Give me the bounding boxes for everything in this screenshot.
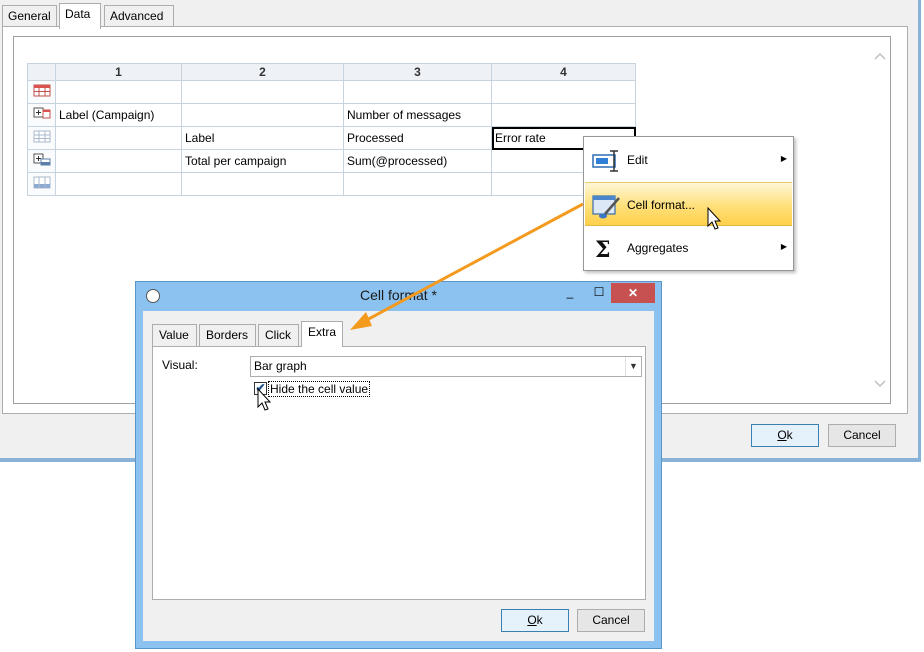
submenu-arrow-icon: ▶ <box>780 154 787 163</box>
grid-cell[interactable] <box>491 103 636 127</box>
total-row-icon[interactable] <box>27 149 56 173</box>
grid-cell[interactable] <box>55 149 182 173</box>
sigma-icon: Σ <box>595 237 611 263</box>
column-header[interactable]: 2 <box>181 63 344 81</box>
grid-cell[interactable] <box>55 80 182 104</box>
dialog-body: Value Borders Click Extra Visual: Bar gr… <box>143 311 654 641</box>
visual-select[interactable]: Bar graph ▼ <box>250 356 642 377</box>
grid-cell[interactable] <box>55 172 182 196</box>
dialog-ok-mnemonic: O <box>527 613 537 627</box>
dialog-ok-button[interactable]: Ok <box>501 609 569 632</box>
paint-brush-icon <box>592 195 620 219</box>
column-header[interactable]: 1 <box>55 63 182 81</box>
dialog-title: Cell format * <box>359 287 438 303</box>
close-icon[interactable]: ✕ <box>611 283 655 303</box>
visual-select-value: Bar graph <box>254 359 307 373</box>
grid-cell[interactable] <box>181 172 344 196</box>
table-row: Label Processed Error rate <box>27 126 636 150</box>
maximize-icon[interactable]: ☐ <box>588 283 610 303</box>
ok-button[interactable]: Ok <box>751 424 819 447</box>
menu-item-edit[interactable]: Edit ▶ <box>585 138 792 182</box>
table-row: Label (Campaign) Number of messages <box>27 103 636 127</box>
menu-item-edit-label: Edit <box>627 153 648 167</box>
detail-row-icon[interactable] <box>27 126 56 150</box>
tab-borders[interactable]: Borders <box>199 324 256 346</box>
cell-context-menu: Edit ▶ Cell format... Σ Aggregates ▶ <box>583 136 794 271</box>
cancel-button[interactable]: Cancel <box>828 424 896 447</box>
menu-item-cell-format-label: Cell format... <box>627 198 696 212</box>
expand-group-row-icon[interactable] <box>27 103 56 127</box>
table-row <box>27 80 636 104</box>
tab-data[interactable]: Data <box>59 3 101 29</box>
grid-cell[interactable]: Label <box>181 126 344 150</box>
table-row <box>27 172 636 196</box>
menu-item-aggregates[interactable]: Σ Aggregates ▶ <box>585 226 792 270</box>
edit-cursor-icon <box>592 150 618 172</box>
submenu-arrow-icon: ▶ <box>780 242 787 251</box>
ok-mnemonic: O <box>777 428 787 442</box>
grid-cell[interactable] <box>181 80 344 104</box>
tab-advanced[interactable]: Advanced <box>104 5 174 28</box>
dialog-ok-label: k <box>536 613 543 627</box>
menu-item-aggregates-label: Aggregates <box>627 241 689 255</box>
grid-cell[interactable]: Number of messages <box>343 103 492 127</box>
menu-item-cell-format[interactable]: Cell format... <box>585 182 792 226</box>
tab-click[interactable]: Click <box>258 324 299 346</box>
tab-general[interactable]: General <box>2 5 57 28</box>
svg-text:Σ: Σ <box>595 237 611 263</box>
chevron-down-icon[interactable]: ▼ <box>625 357 641 376</box>
grid-cell[interactable]: Label (Campaign) <box>55 103 182 127</box>
hide-cell-value-label[interactable]: Hide the cell value <box>268 381 371 397</box>
column-header[interactable]: 4 <box>491 63 636 81</box>
corner-cell <box>27 63 56 81</box>
grid-cell[interactable] <box>55 126 182 150</box>
grid-cell[interactable]: Sum(@processed) <box>343 149 492 173</box>
footer-row-icon[interactable] <box>27 172 56 196</box>
scroll-down-icon[interactable] <box>874 379 886 389</box>
tab-value[interactable]: Value <box>152 324 197 346</box>
table-row: Total per campaign Sum(@processed) <box>27 149 636 173</box>
cell-format-dialog: Cell format * _ ☐ ✕ Value Borders Click … <box>135 281 662 649</box>
table-header-row-icon[interactable] <box>27 80 56 104</box>
visual-label: Visual: <box>162 358 198 372</box>
grid-cell[interactable] <box>343 172 492 196</box>
tab-extra[interactable]: Extra <box>301 321 343 347</box>
column-header[interactable]: 3 <box>343 63 492 81</box>
grid-cell[interactable]: Processed <box>343 126 492 150</box>
hide-cell-value-checkbox[interactable]: ✔ <box>254 382 267 395</box>
extra-panel: Visual: Bar graph ▼ ✔ Hide the cell valu… <box>152 346 646 600</box>
scroll-up-icon[interactable] <box>874 51 886 61</box>
minimize-icon[interactable]: _ <box>560 283 580 303</box>
dialog-cancel-button[interactable]: Cancel <box>577 609 645 632</box>
grid-cell[interactable]: Total per campaign <box>181 149 344 173</box>
grid-cell[interactable] <box>343 80 492 104</box>
ok-label: k <box>786 428 793 442</box>
pivot-table-grid: 1 2 3 4 Label (Campaign) Number of messa… <box>27 63 636 196</box>
grid-cell[interactable] <box>181 103 344 127</box>
grid-cell[interactable] <box>491 80 636 104</box>
column-header-row: 1 2 3 4 <box>27 63 636 81</box>
